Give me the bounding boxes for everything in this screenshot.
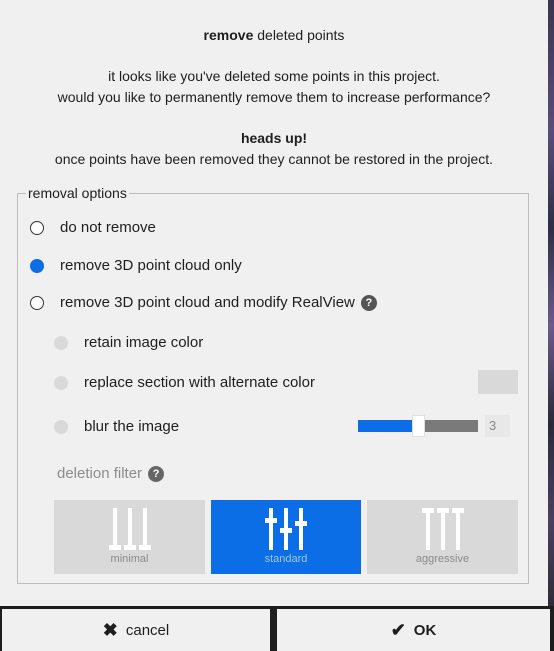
warning-text: once points have been removed they canno… (54, 151, 494, 167)
filter-standard-button[interactable]: standard (211, 500, 361, 574)
option-label: remove 3D point cloud only (60, 257, 242, 274)
cancel-label: cancel (125, 621, 170, 639)
option-do-not-remove[interactable]: do not remove (30, 219, 156, 236)
description-line-2: would you like to permanently remove the… (57, 89, 491, 105)
heads-up-label: heads up! (240, 130, 308, 146)
close-icon: ✖ (102, 619, 118, 640)
blur-value-field[interactable]: 3 (485, 415, 510, 437)
checkmark-icon: ✔ (390, 619, 406, 640)
blur-slider-fill (358, 420, 412, 432)
radio-remove-and-modify-realview[interactable] (30, 295, 44, 310)
filter-aggressive-button[interactable]: aggressive (367, 500, 518, 574)
radio-replace-alternate-color[interactable] (54, 375, 68, 390)
suboption-label: retain image color (84, 334, 204, 351)
help-icon[interactable]: ? (148, 465, 165, 482)
blur-slider[interactable] (358, 415, 478, 437)
ok-button[interactable]: ✔ OK (277, 609, 550, 651)
suboption-label: blur the image (84, 418, 180, 435)
option-label: do not remove (60, 219, 156, 236)
blur-slider-track (425, 420, 478, 432)
blur-slider-thumb[interactable] (412, 415, 425, 437)
help-icon[interactable]: ? (360, 294, 377, 311)
background-window (548, 0, 554, 651)
radio-retain-image-color[interactable] (54, 335, 68, 350)
option-remove-point-cloud-only[interactable]: remove 3D point cloud only (30, 257, 242, 274)
radio-do-not-remove[interactable] (30, 220, 44, 235)
dialog-title: remove deleted points (203, 27, 345, 43)
suboption-retain-image-color[interactable]: retain image color (54, 334, 203, 351)
deletion-filter-label: deletion filter ? (57, 465, 165, 482)
radio-blur-image[interactable] (54, 419, 68, 434)
description-line-1: it looks like you've deleted some points… (108, 68, 440, 84)
removal-options-legend: removal options (26, 185, 129, 201)
suboption-blur-image[interactable]: blur the image (54, 418, 179, 435)
cancel-button[interactable]: ✖ cancel (2, 609, 270, 651)
filter-standard-label: standard (264, 553, 308, 565)
radio-remove-point-cloud-only[interactable] (30, 258, 44, 273)
ok-label: OK (413, 621, 437, 639)
filter-minimal-label: minimal (110, 553, 149, 565)
suboption-label: replace section with alternate color (84, 374, 315, 391)
sliders-aggressive-icon (421, 508, 464, 550)
filter-minimal-button[interactable]: minimal (54, 500, 205, 574)
filter-aggressive-label: aggressive (415, 553, 470, 565)
sliders-minimal-icon (108, 508, 151, 550)
option-remove-and-modify-realview[interactable]: remove 3D point cloud and modify RealVie… (30, 294, 377, 311)
sliders-standard-icon (265, 508, 307, 550)
deletion-filter-text: deletion filter (57, 465, 143, 482)
suboption-replace-alternate-color[interactable]: replace section with alternate color (54, 374, 315, 391)
alternate-color-swatch[interactable] (478, 370, 518, 394)
option-label: remove 3D point cloud and modify RealVie… (60, 294, 355, 311)
